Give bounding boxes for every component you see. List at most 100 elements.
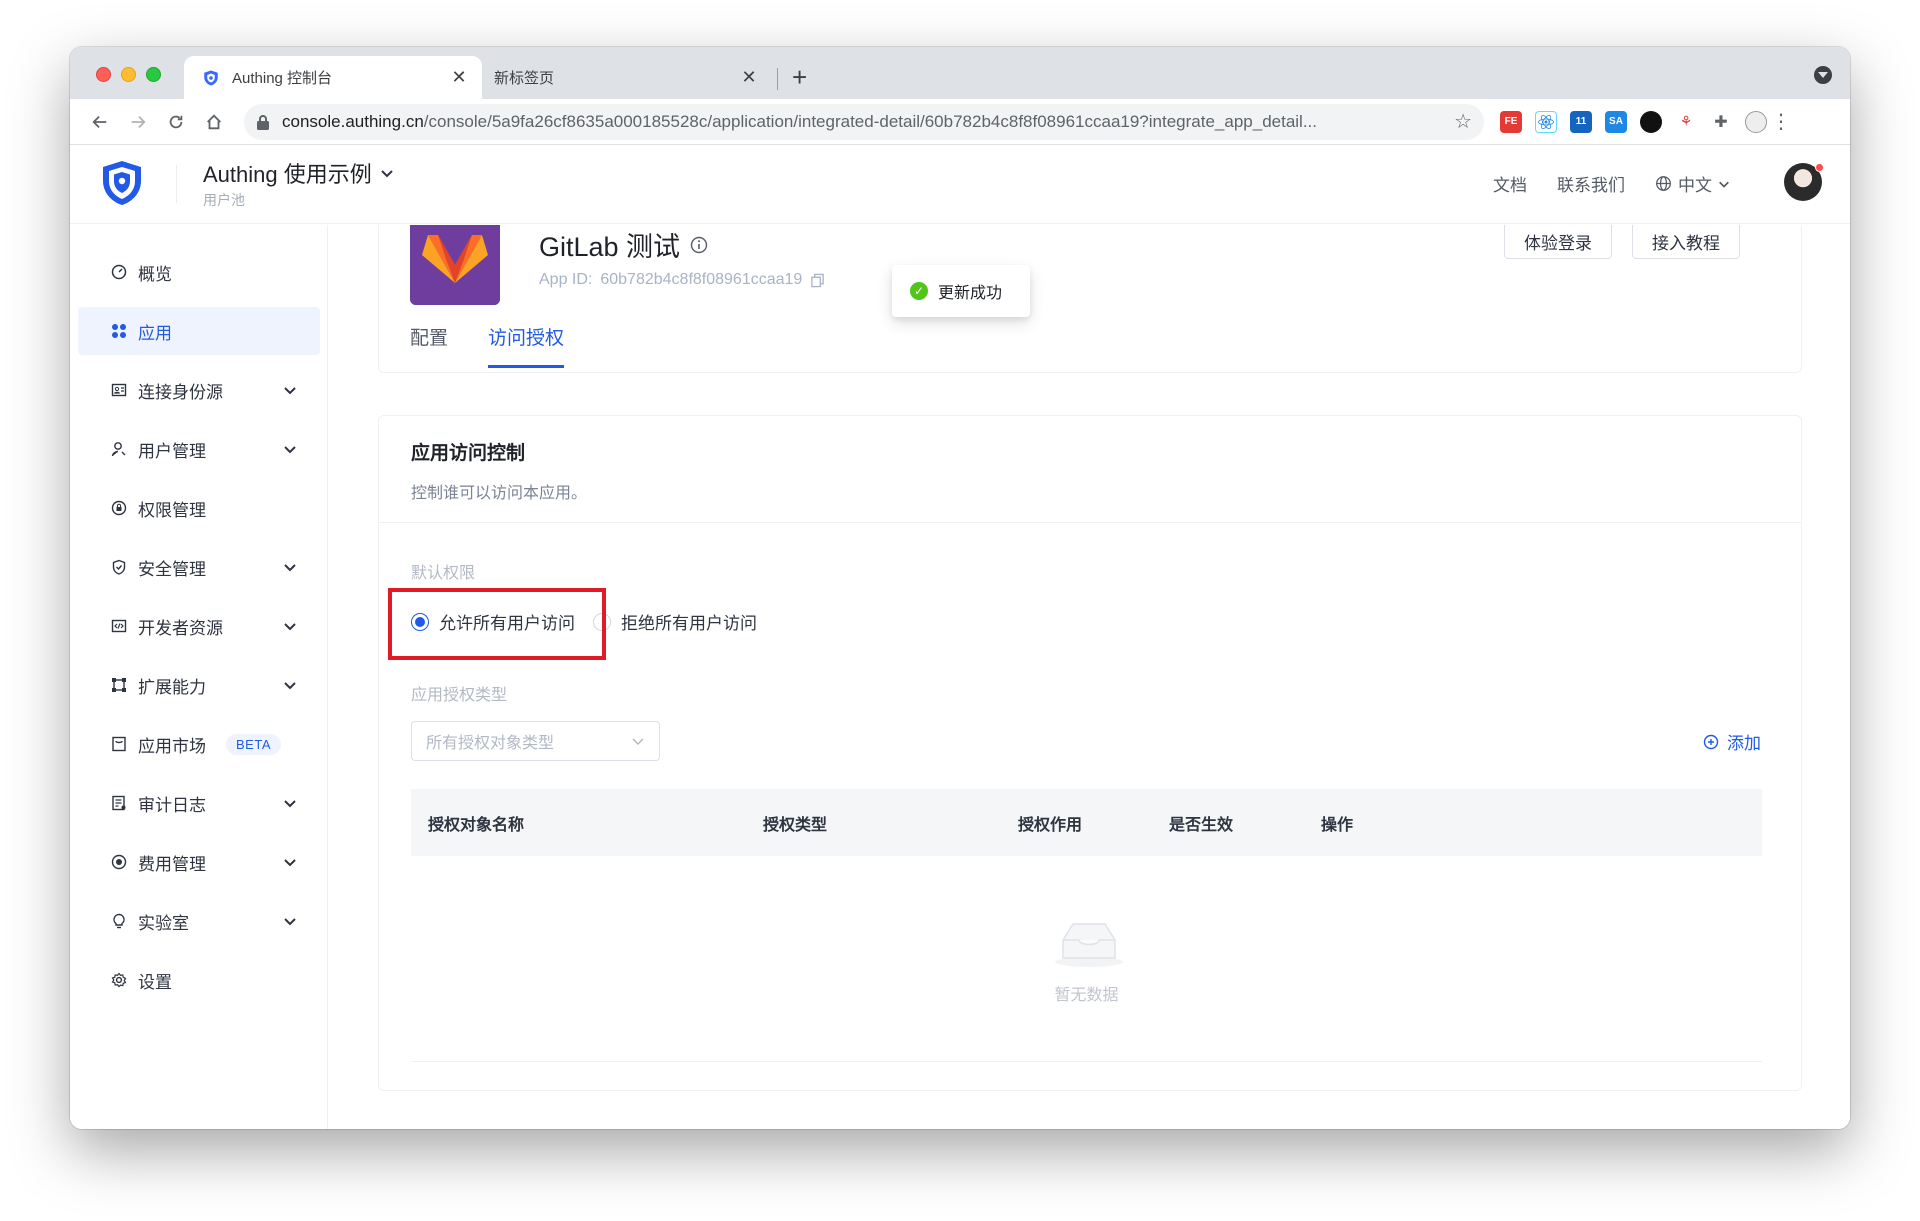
column-header: 操作	[1321, 816, 1354, 834]
sidebar-item-permissions[interactable]: 权限管理	[78, 484, 320, 532]
sidebar-item-audit-log[interactable]: 审计日志	[78, 779, 320, 827]
bookmark-star-icon[interactable]: ☆	[1454, 109, 1472, 134]
app-header: Authing 使用示例 用户池 文档 联系我们 中文	[70, 145, 1850, 224]
code-icon	[110, 617, 128, 635]
chevron-down-icon	[284, 623, 296, 631]
chevron-down-icon	[284, 446, 296, 454]
info-icon[interactable]	[690, 236, 708, 254]
column-header: 授权类型	[763, 816, 828, 834]
access-control-card: 应用访问控制 控制谁可以访问本应用。 默认权限 允许所有用户访问 拒绝所有用户访…	[378, 415, 1802, 1091]
saml-extension-icon[interactable]: SA	[1605, 110, 1627, 133]
copy-icon[interactable]	[810, 273, 825, 288]
permission-icon	[110, 499, 128, 517]
sidebar-item-extensions[interactable]: 扩展能力	[78, 661, 320, 709]
new-tab-button[interactable]: +	[792, 62, 807, 93]
close-window-button[interactable]	[96, 67, 111, 82]
authorization-table: 授权对象名称 授权类型 授权作用 是否生效 操作 暂无数据	[411, 789, 1762, 1062]
identity-source-icon	[110, 381, 128, 399]
docs-link[interactable]: 文档	[1493, 171, 1527, 196]
tab-config[interactable]: 配置	[410, 323, 448, 368]
sidebar-item-developer[interactable]: 开发者资源	[78, 602, 320, 650]
add-label: 添加	[1727, 734, 1761, 753]
sidebar-item-label: 费用管理	[138, 854, 206, 874]
plus-circle-icon	[1703, 734, 1719, 749]
extension-icon	[110, 676, 128, 694]
select-placeholder: 所有授权对象类型	[426, 735, 555, 752]
check-circle-icon: ✓	[910, 282, 928, 300]
language-label: 中文	[1678, 176, 1712, 195]
extensions-bar: FE 11 SA ⚘ ✚	[1500, 110, 1767, 133]
language-switcher[interactable]: 中文	[1655, 171, 1730, 196]
window-controls	[96, 67, 161, 82]
sidebar-item-label: 安全管理	[138, 559, 206, 579]
browser-tab-active[interactable]: Authing 控制台 ✕	[184, 56, 482, 99]
profile-avatar-icon[interactable]	[1745, 110, 1767, 133]
sidebar-item-billing[interactable]: 费用管理	[78, 838, 320, 886]
home-icon[interactable]	[198, 106, 230, 138]
tab-title: Authing 控制台	[232, 70, 333, 87]
chevron-down-icon	[284, 682, 296, 690]
sidebar-item-settings[interactable]: 设置	[78, 956, 320, 1004]
user-icon	[110, 440, 128, 458]
authing-logo-icon[interactable]	[100, 159, 144, 207]
tab-close-icon[interactable]: ✕	[450, 67, 468, 88]
sidebar-item-users[interactable]: 用户管理	[78, 425, 320, 473]
userpool-name: Authing 使用示例	[203, 162, 372, 187]
auth-type-label: 应用授权类型	[411, 687, 508, 704]
radio-deny-all[interactable]: 拒绝所有用户访问	[593, 609, 757, 634]
try-login-button[interactable]: 体验登录	[1504, 225, 1612, 259]
url-host: console.authing.cn	[282, 111, 424, 131]
grid-extension-icon[interactable]: 11	[1570, 110, 1592, 133]
sidebar-item-identity-source[interactable]: 连接身份源	[78, 366, 320, 414]
address-bar[interactable]: console.authing.cn /console/5a9fa26cf863…	[244, 103, 1484, 140]
browser-tab-inactive[interactable]: 新标签页 ✕	[482, 56, 772, 99]
sidebar-item-apps[interactable]: 应用	[78, 307, 320, 355]
sidebar-item-lab[interactable]: 实验室	[78, 897, 320, 945]
tab-access-authorization[interactable]: 访问授权	[488, 323, 565, 368]
chevron-down-icon	[381, 170, 393, 178]
sidebar-item-label: 用户管理	[138, 441, 206, 461]
url-path: /console/5a9fa26cf8635a000185528c/applic…	[423, 111, 1318, 131]
sidebar-item-market[interactable]: 应用市场 BETA	[78, 720, 320, 768]
shield-icon	[110, 558, 128, 576]
sidebar-item-label: 审计日志	[138, 795, 206, 815]
react-devtools-icon[interactable]	[1535, 110, 1557, 133]
tab-close-icon[interactable]: ✕	[740, 67, 758, 88]
auth-type-select[interactable]: 所有授权对象类型	[411, 721, 660, 761]
contact-link[interactable]: 联系我们	[1557, 171, 1625, 196]
table-header: 授权对象名称 授权类型 授权作用 是否生效 操作	[411, 789, 1762, 856]
circle-extension-icon[interactable]	[1640, 110, 1662, 133]
sidebar-item-label: 概览	[138, 264, 172, 284]
back-arrow-icon[interactable]	[84, 106, 116, 138]
browser-menu-icon[interactable]: ⋮	[1771, 109, 1791, 134]
minimize-window-button[interactable]	[121, 67, 136, 82]
card-title: 应用访问控制	[411, 443, 526, 464]
browser-toolbar: console.authing.cn /console/5a9fa26cf863…	[70, 99, 1850, 145]
sidebar-item-overview[interactable]: 概览	[78, 248, 320, 296]
add-authorization-button[interactable]: 添加	[1703, 729, 1761, 754]
table-empty-state: 暂无数据	[411, 856, 1762, 1062]
forward-arrow-icon[interactable]	[122, 106, 154, 138]
reload-icon[interactable]	[160, 106, 192, 138]
chevron-down-icon	[284, 859, 296, 867]
sidebar-item-label: 实验室	[138, 913, 189, 933]
tutorial-button[interactable]: 接入教程	[1632, 225, 1740, 259]
tab-search-icon[interactable]	[1814, 66, 1832, 84]
header-divider	[176, 165, 177, 203]
card-description: 控制谁可以访问本应用。	[411, 485, 588, 502]
maximize-window-button[interactable]	[146, 67, 161, 82]
sidebar-item-label: 应用市场	[138, 736, 206, 756]
sidebar: 概览 应用 连接身份源 用户管理 权限管理 安全管理 开发者资源 扩展能力 应用…	[70, 225, 328, 1129]
success-toast: ✓ 更新成功	[892, 265, 1030, 317]
column-header: 授权对象名称	[428, 816, 525, 834]
fe-extension-icon[interactable]: FE	[1500, 110, 1522, 133]
tree-extension-icon[interactable]: ⚘	[1675, 110, 1697, 133]
userpool-switcher[interactable]: Authing 使用示例	[203, 157, 394, 189]
chevron-down-icon	[284, 918, 296, 926]
main-content: GitLab 测试 App ID: 60b782b4c8f8f08961ccaa…	[329, 225, 1850, 1129]
userpool-subtitle: 用户池	[203, 192, 245, 208]
sidebar-item-security[interactable]: 安全管理	[78, 543, 320, 591]
bulb-icon	[110, 912, 128, 930]
puzzle-extensions-icon[interactable]: ✚	[1710, 110, 1732, 133]
market-icon	[110, 735, 128, 753]
